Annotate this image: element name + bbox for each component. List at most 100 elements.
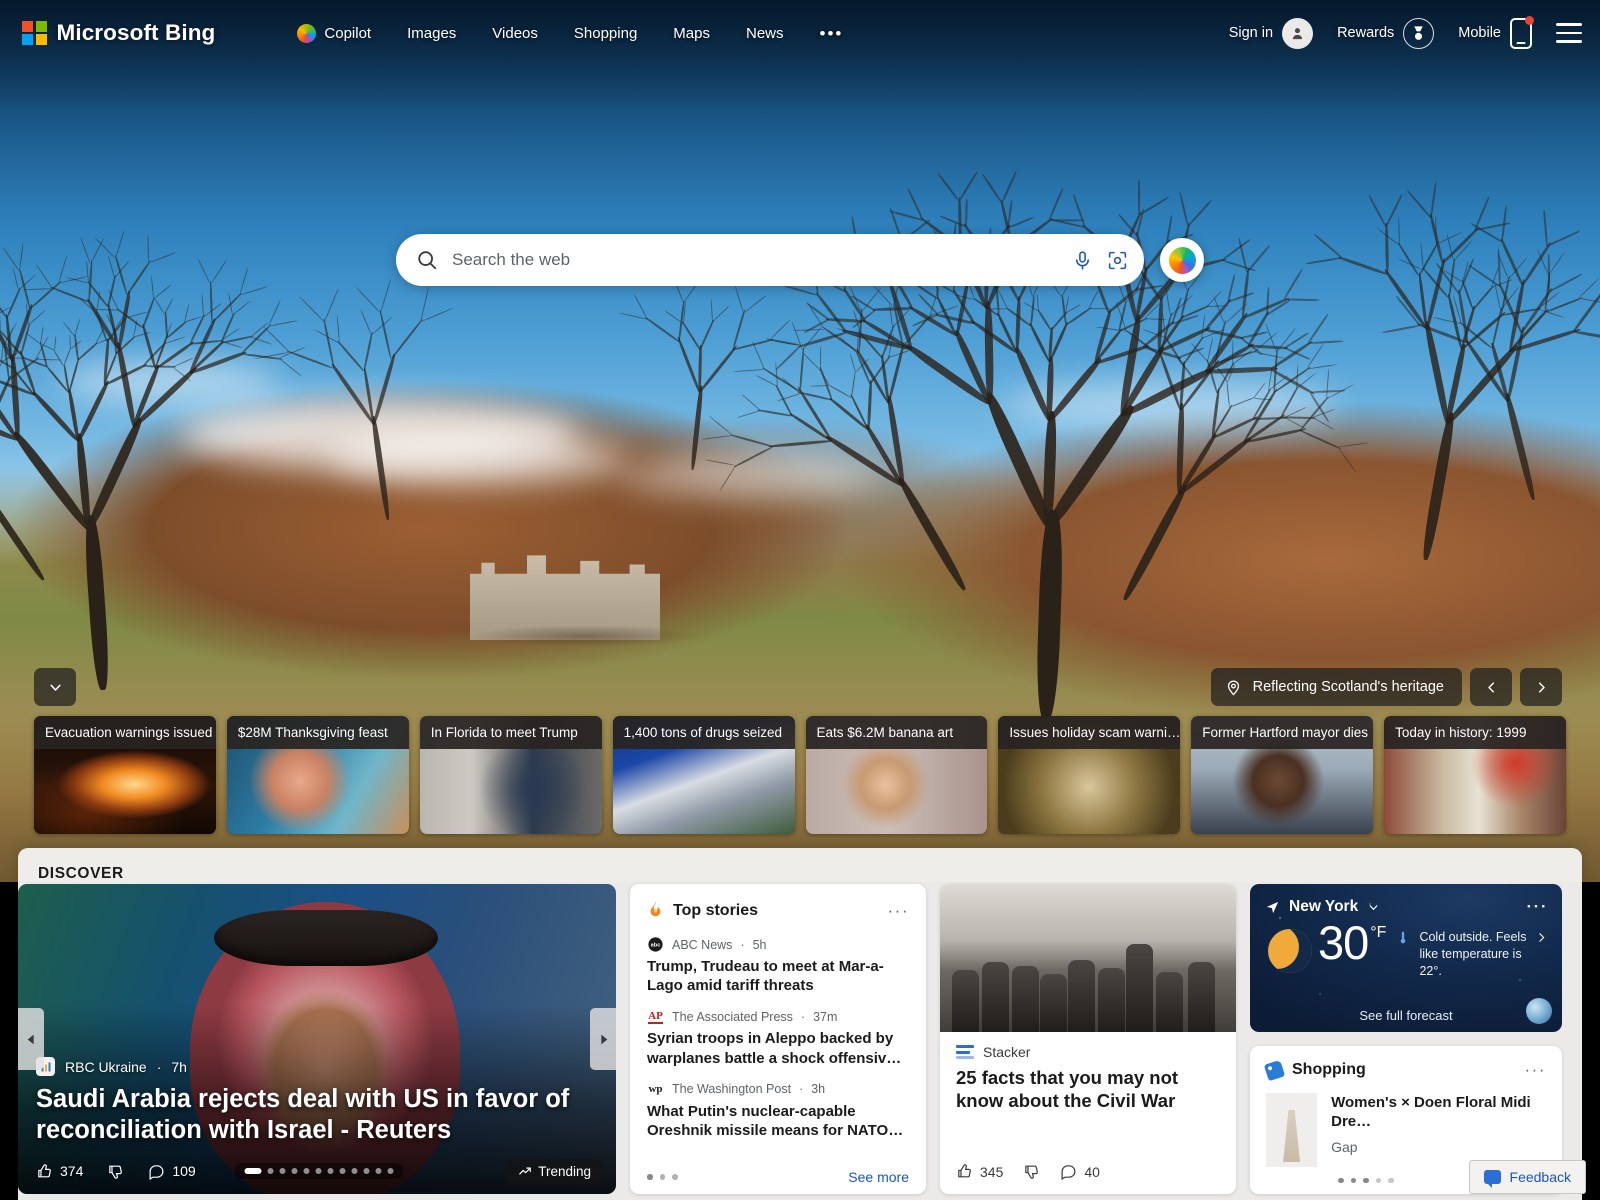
pagination-dot[interactable]: [352, 1168, 358, 1174]
dislike-button[interactable]: [1023, 1163, 1040, 1180]
featured-engagement-bar: 374 109 Trending: [36, 1158, 602, 1184]
trending-up-icon: [518, 1164, 532, 1178]
hamburger-menu-icon[interactable]: [1556, 23, 1582, 43]
copilot-button[interactable]: [1160, 238, 1204, 282]
news-card[interactable]: In Florida to meet Trump: [420, 716, 602, 834]
top-stories-header: Top stories ···: [647, 899, 909, 923]
carousel-pagination[interactable]: [235, 1163, 404, 1179]
nav-item-videos[interactable]: Videos: [474, 17, 556, 50]
top-story-item[interactable]: wp The Washington Post · 3h What Putin's nuc…: [647, 1081, 909, 1140]
pagination-dot[interactable]: [268, 1168, 274, 1174]
pagination-dot[interactable]: [1388, 1178, 1394, 1184]
wapo-logo: wp: [647, 1081, 664, 1098]
pagination-dot[interactable]: [1363, 1178, 1369, 1184]
pagination-dot[interactable]: [1376, 1178, 1382, 1184]
story-source: The Washington Post: [672, 1082, 791, 1096]
news-card[interactable]: Evacuation warnings issued: [34, 716, 216, 834]
dislike-button[interactable]: [107, 1163, 124, 1180]
featured-article-card[interactable]: RBC Ukraine · 7h Saudi Arabia rejects de…: [18, 884, 616, 1194]
chevron-left-icon: [1484, 680, 1499, 695]
news-card[interactable]: Former Hartford mayor dies: [1191, 716, 1373, 834]
pagination-dot[interactable]: [328, 1168, 334, 1174]
pagination-dot[interactable]: [672, 1174, 678, 1180]
more-options-icon[interactable]: ···: [1527, 897, 1548, 917]
pagination-dot[interactable]: [1338, 1178, 1344, 1184]
image-attribution-bar[interactable]: Reflecting Scotland's heritage: [1211, 668, 1462, 706]
story-timestamp: 37m: [813, 1010, 837, 1024]
news-card[interactable]: $28M Thanksgiving feast: [227, 716, 409, 834]
search-input[interactable]: [452, 250, 1062, 270]
story-source: ABC News: [672, 938, 732, 952]
shopping-product[interactable]: Women's × Doen Floral Midi Dre… Gap: [1266, 1093, 1546, 1167]
nav-item-copilot[interactable]: Copilot: [279, 16, 389, 51]
more-options-icon[interactable]: ···: [888, 901, 909, 921]
like-button[interactable]: 374: [36, 1163, 83, 1180]
attribution-text: Reflecting Scotland's heritage: [1253, 679, 1444, 695]
hero-prev-button[interactable]: [1470, 668, 1512, 706]
pagination-dot[interactable]: [647, 1174, 653, 1180]
chevron-down-icon[interactable]: [1367, 901, 1380, 914]
chevron-right-icon[interactable]: [1535, 931, 1548, 944]
weather-widget[interactable]: New York ··· 30 °F Cold outside. Feels l…: [1250, 884, 1562, 1032]
nav-item-more[interactable]: •••: [802, 17, 862, 50]
comment-button[interactable]: 109: [148, 1163, 195, 1180]
pagination-dots[interactable]: [1338, 1178, 1394, 1184]
more-options-icon[interactable]: ···: [1525, 1060, 1546, 1080]
bing-logo[interactable]: Microsoft Bing: [22, 20, 215, 46]
search-box[interactable]: [396, 234, 1144, 286]
weather-temperature: 30: [1318, 919, 1368, 966]
mobile-button[interactable]: Mobile: [1448, 12, 1542, 55]
pagination-dot[interactable]: [376, 1168, 382, 1174]
figure-silhouette: [1188, 962, 1215, 1032]
pagination-dot[interactable]: [245, 1168, 262, 1174]
pagination-dot[interactable]: [316, 1168, 322, 1174]
microphone-icon[interactable]: [1072, 250, 1093, 271]
top-story-item[interactable]: AP The Associated Press · 37m Syrian troops …: [647, 1008, 909, 1067]
story-title: What Putin's nuclear-capable Oreshnik mi…: [647, 1102, 909, 1140]
feedback-label: Feedback: [1510, 1169, 1571, 1185]
rewards-button[interactable]: Rewards: [1327, 12, 1444, 55]
more-icon: •••: [820, 25, 844, 42]
nav-item-images[interactable]: Images: [389, 17, 474, 50]
nav-item-maps[interactable]: Maps: [655, 17, 728, 50]
weather-unit: °F: [1370, 924, 1386, 942]
news-card[interactable]: Today in history: 1999: [1384, 716, 1566, 834]
comment-count: 40: [1084, 1164, 1100, 1180]
top-story-item[interactable]: abc ABC News · 5h Trump, Trudeau to meet at …: [647, 936, 909, 995]
news-card[interactable]: Eats $6.2M banana art: [806, 716, 988, 834]
pagination-dot[interactable]: [1351, 1178, 1357, 1184]
pagination-dot[interactable]: [280, 1168, 286, 1174]
pagination-dot[interactable]: [304, 1168, 310, 1174]
chevron-left-icon: [25, 1033, 38, 1046]
microsoft-logo-icon: [22, 21, 47, 46]
nav-item-shopping[interactable]: Shopping: [556, 17, 655, 50]
featured-prev-button[interactable]: [18, 1008, 44, 1070]
scroll-down-button[interactable]: [34, 668, 76, 706]
product-info: Women's × Doen Floral Midi Dre… Gap: [1331, 1093, 1546, 1167]
nav-item-news[interactable]: News: [728, 17, 802, 50]
featured-timestamp: 7h: [171, 1059, 187, 1075]
pagination-dots[interactable]: [647, 1174, 678, 1180]
news-card[interactable]: Issues holiday scam warni…: [998, 716, 1180, 834]
hero-next-button[interactable]: [1520, 668, 1562, 706]
sign-in-button[interactable]: Sign in: [1219, 12, 1323, 55]
pagination-dot[interactable]: [292, 1168, 298, 1174]
feedback-button[interactable]: Feedback: [1469, 1160, 1586, 1194]
see-more-link[interactable]: See more: [848, 1169, 909, 1185]
comment-button[interactable]: 40: [1060, 1163, 1100, 1180]
weather-globe-icon[interactable]: [1526, 998, 1552, 1024]
like-button[interactable]: 345: [956, 1163, 1003, 1180]
see-full-forecast-link[interactable]: See full forecast: [1359, 1008, 1452, 1023]
stacker-article-title: 25 facts that you may not know about the…: [956, 1066, 1220, 1113]
copilot-icon: [1169, 247, 1196, 274]
stacker-article-card[interactable]: Stacker 25 facts that you may not know a…: [940, 884, 1236, 1194]
featured-next-button[interactable]: [590, 1008, 616, 1070]
top-navigation: Copilot Images Videos Shopping Maps News…: [279, 16, 861, 51]
pagination-dot[interactable]: [364, 1168, 370, 1174]
visual-search-icon[interactable]: [1107, 250, 1128, 271]
pagination-dot[interactable]: [660, 1174, 666, 1180]
stacker-article-image: [940, 884, 1236, 1032]
pagination-dot[interactable]: [340, 1168, 346, 1174]
news-card[interactable]: 1,400 tons of drugs seized: [613, 716, 795, 834]
pagination-dot[interactable]: [388, 1168, 394, 1174]
